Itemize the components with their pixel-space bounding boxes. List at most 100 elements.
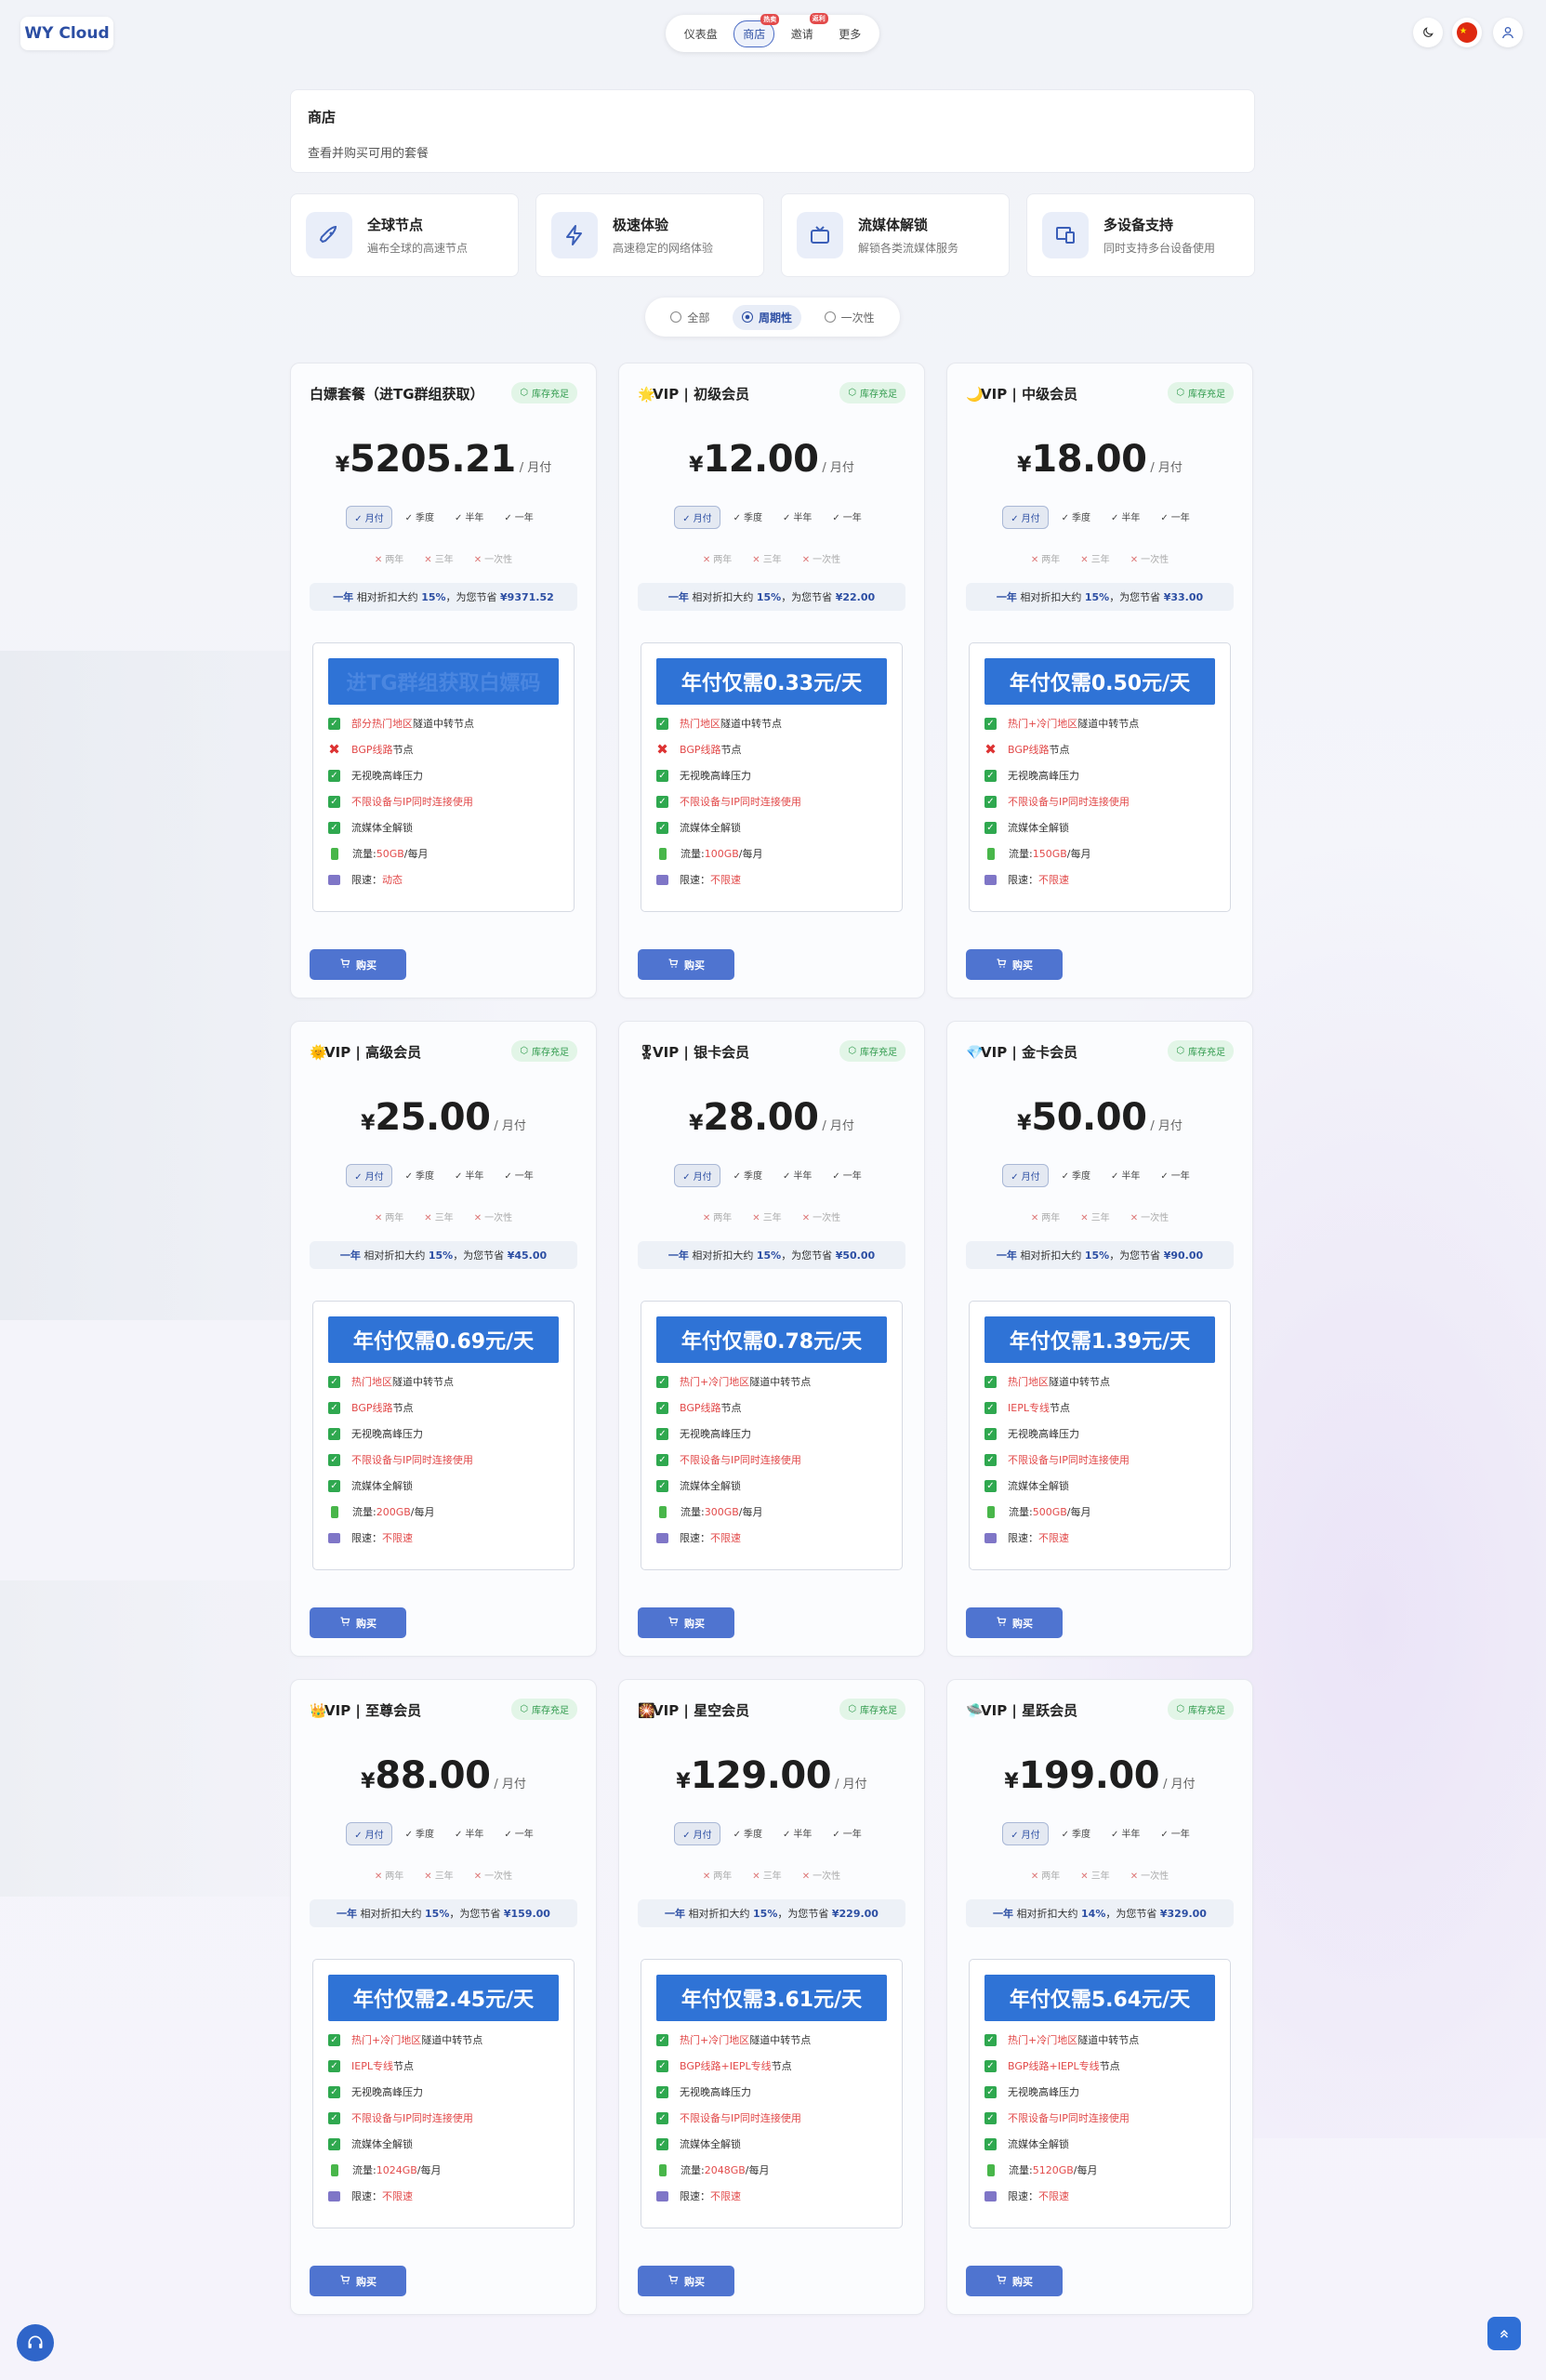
price-amount: 25.00 <box>375 1096 491 1139</box>
buy-button[interactable]: 购买 <box>638 949 734 980</box>
billing-period-selector: ✓ 月付 ✓ 季度 ✓ 半年 ✓ 一年 ✕ 两年 ✕ 三年 ✕ 一次性 <box>310 1164 577 1227</box>
period-label: 半年 <box>465 513 484 523</box>
discount-percent: 15% <box>1084 1249 1110 1262</box>
buy-button[interactable]: 购买 <box>310 1607 406 1638</box>
support-chat-button[interactable] <box>17 2324 54 2361</box>
devices-icon <box>1042 212 1089 258</box>
period-option-month[interactable]: ✓ 月付 <box>1002 506 1049 529</box>
period-label: 月付 <box>1021 514 1040 524</box>
period-label: 三年 <box>434 1213 454 1223</box>
feature-text: 流媒体全解锁 <box>680 822 741 834</box>
period-option-half[interactable]: ✓ 半年 <box>775 1164 819 1187</box>
feature-highlight: 300GB <box>704 1505 739 1518</box>
theme-toggle-button[interactable] <box>1413 18 1443 47</box>
stock-label: 库存充足 <box>1188 1048 1225 1058</box>
nav-dashboard[interactable]: 仪表盘 <box>675 20 727 47</box>
plan-price: ¥12.00/ 月付 <box>619 438 924 481</box>
scroll-to-top-button[interactable] <box>1487 2317 1521 2350</box>
buy-button[interactable]: 购买 <box>966 1607 1063 1638</box>
nav-more[interactable]: 更多 <box>829 20 870 47</box>
period-option-year[interactable]: ✓ 一年 <box>496 1822 540 1845</box>
user-menu-button[interactable] <box>1493 18 1523 47</box>
period-option-quarter[interactable]: ✓ 季度 <box>398 1822 442 1845</box>
period-label: 月付 <box>693 1172 712 1183</box>
period-option-year[interactable]: ✓ 一年 <box>496 506 540 529</box>
rocket-icon <box>306 212 352 258</box>
feature-item: ✓ 热门地区 隧道中转节点 <box>984 1368 1215 1395</box>
filter-all[interactable]: 全部 <box>661 305 719 330</box>
check-icon: ✓ <box>328 2059 340 2072</box>
period-option-quarter[interactable]: ✓ 季度 <box>726 1164 770 1187</box>
period-option-quarter[interactable]: ✓ 季度 <box>1054 1164 1098 1187</box>
period-option-month[interactable]: ✓ 月付 <box>674 1822 720 1845</box>
period-option-quarter[interactable]: ✓ 季度 <box>398 506 442 529</box>
buy-label: 购买 <box>1012 1617 1033 1630</box>
period-option-month[interactable]: ✓ 月付 <box>346 1822 392 1845</box>
period-option-quarter[interactable]: ✓ 季度 <box>398 1164 442 1187</box>
period-option-half[interactable]: ✓ 半年 <box>1103 1822 1147 1845</box>
feature-item: 流量: 300GB /每月 <box>656 1499 887 1525</box>
filter-periodic[interactable]: 周期性 <box>732 304 801 330</box>
radio-icon <box>741 311 753 323</box>
period-option-half[interactable]: ✓ 半年 <box>447 1164 491 1187</box>
period-option-year[interactable]: ✓ 一年 <box>1153 1822 1196 1845</box>
nav-invite[interactable]: 邀请 返利 <box>782 12 828 47</box>
feature-highlight: BGP线路 <box>680 744 721 756</box>
plan-feature-box: 年付仅需5.64元/天 ✓ 热门+冷门地区 隧道中转节点 ✓ BGP线路+IEPL专线节… <box>969 1959 1231 2228</box>
period-option-month[interactable]: ✓ 月付 <box>346 1164 392 1187</box>
buy-button[interactable]: 购买 <box>310 949 406 980</box>
period-option-year[interactable]: ✓ 一年 <box>825 1822 868 1845</box>
buy-button[interactable]: 购买 <box>966 949 1063 980</box>
period-option-half[interactable]: ✓ 半年 <box>1103 1164 1147 1187</box>
period-option-year[interactable]: ✓ 一年 <box>1153 506 1196 529</box>
period-option-half[interactable]: ✓ 半年 <box>447 506 491 529</box>
period-label: 季度 <box>1072 1830 1090 1840</box>
period-option-year[interactable]: ✓ 一年 <box>825 506 868 529</box>
language-button[interactable] <box>1452 18 1482 47</box>
period-option-quarter[interactable]: ✓ 季度 <box>1054 1822 1098 1845</box>
nav-label: 商店 <box>743 27 766 41</box>
plan-title: 白嫖套餐（进TG群组获取） <box>310 384 484 403</box>
filter-onetime[interactable]: 一次性 <box>815 305 884 330</box>
brand-logo[interactable]: WY Cloud <box>20 17 113 50</box>
feature-item: ✓ IEPL专线 节点 <box>328 2053 559 2079</box>
period-option-month[interactable]: ✓ 月付 <box>1002 1164 1049 1187</box>
period-option-month[interactable]: ✓ 月付 <box>674 506 720 529</box>
period-option-month[interactable]: ✓ 月付 <box>346 506 392 529</box>
feature-text: 无视晚高峰压力 <box>351 770 423 782</box>
page-subtitle: 查看并购买可用的套餐 <box>308 147 429 161</box>
feature-text: /每月 <box>738 848 763 860</box>
period-option-half[interactable]: ✓ 半年 <box>1103 506 1147 529</box>
feature-item: ✓ 无视晚高峰压力 <box>984 2079 1215 2105</box>
speed-icon <box>328 2190 340 2202</box>
discount-text: 相对折扣大约 <box>363 1250 426 1262</box>
period-option-half[interactable]: ✓ 半年 <box>775 1822 819 1845</box>
period-option-quarter[interactable]: ✓ 季度 <box>726 1822 770 1845</box>
promo-banner: 年付仅需3.61元/天 <box>656 1975 887 2021</box>
period-option-quarter[interactable]: ✓ 季度 <box>1054 506 1098 529</box>
feature-prefix: 限速： <box>680 2190 710 2202</box>
period-option-half[interactable]: ✓ 半年 <box>447 1822 491 1845</box>
period-option-year[interactable]: ✓ 一年 <box>825 1164 868 1187</box>
buy-button[interactable]: 购买 <box>638 1607 734 1638</box>
check-icon: ✓ <box>682 1172 691 1183</box>
buy-button[interactable]: 购买 <box>638 2266 734 2296</box>
buy-button[interactable]: 购买 <box>310 2266 406 2296</box>
period-option-quarter[interactable]: ✓ 季度 <box>726 506 770 529</box>
check-icon: ✓ <box>1061 513 1069 523</box>
nav-shop[interactable]: 商店 热卖 <box>733 13 780 47</box>
period-option-year[interactable]: ✓ 一年 <box>496 1164 540 1187</box>
period-option-year[interactable]: ✓ 一年 <box>1153 1164 1196 1187</box>
period-option-half[interactable]: ✓ 半年 <box>775 506 819 529</box>
check-icon: ✓ <box>984 2137 997 2150</box>
period-option-month[interactable]: ✓ 月付 <box>1002 1822 1049 1845</box>
plan-card: 白嫖套餐（进TG群组获取） ⬡ 库存充足 ¥5205.21/ 月付 ✓ 月付 ✓ 季度 ✓ 半年 ✓… <box>290 363 597 998</box>
feature-text: 流媒体全解锁 <box>1008 2138 1069 2150</box>
period-label: 月付 <box>693 1831 712 1841</box>
period-option-month[interactable]: ✓ 月付 <box>674 1164 720 1187</box>
period-label: 半年 <box>1121 513 1141 523</box>
plan-feature-box: 年付仅需0.33元/天 ✓ 热门地区 隧道中转节点 ✖ BGP线路 节点 ✓ 无视晚高峰压力 ✓… <box>641 642 903 912</box>
buy-button[interactable]: 购买 <box>966 2266 1063 2296</box>
check-icon: ✓ <box>328 1427 340 1440</box>
feature-prefix: 流量: <box>352 1506 377 1518</box>
